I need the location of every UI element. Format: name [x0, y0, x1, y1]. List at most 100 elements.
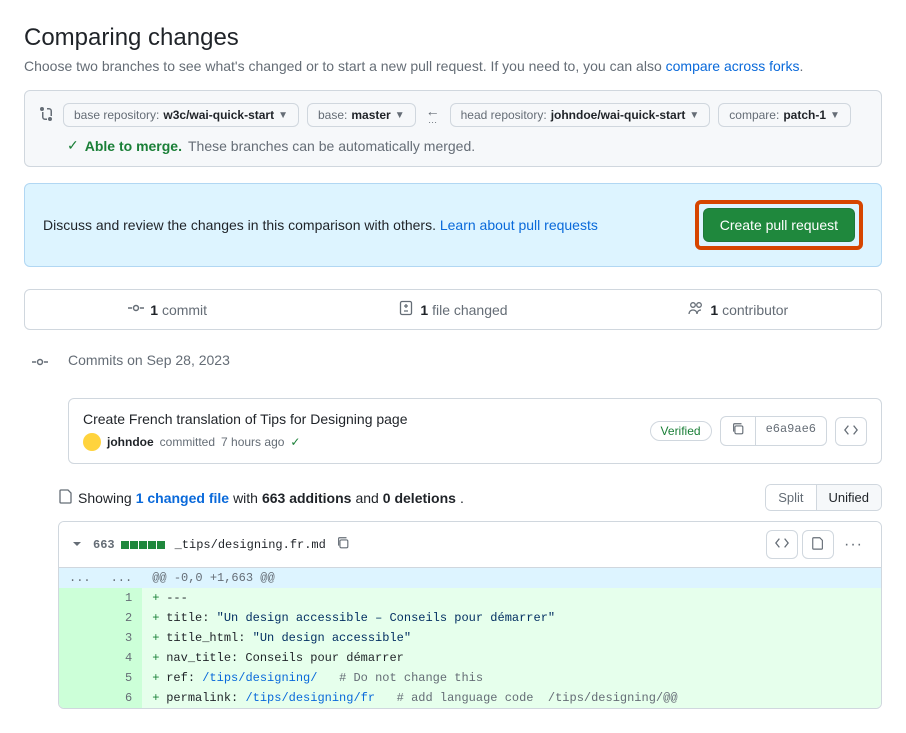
- commit-sha-link[interactable]: e6a9ae6: [755, 417, 826, 445]
- deletions-count: 0 deletions: [383, 490, 456, 506]
- addition-marker: +: [152, 648, 166, 668]
- commit-author-link[interactable]: johndoe: [107, 435, 154, 449]
- subtitle-suffix: .: [799, 58, 803, 74]
- merge-desc-text: These branches can be automatically merg…: [188, 138, 475, 154]
- commits-timeline: Commits on Sep 28, 2023: [24, 352, 882, 380]
- diff-line: 5+ ref: /tips/designing/ # Do not change…: [59, 668, 881, 688]
- addition-marker: +: [152, 688, 166, 708]
- copy-path-button[interactable]: [336, 536, 350, 553]
- code-cell: + ref: /tips/designing/ # Do not change …: [142, 668, 881, 688]
- old-line-number[interactable]: [59, 608, 101, 628]
- diff-table: ... ... @@ -0,0 +1,663 @@ 1+ ---2+ title…: [59, 568, 881, 708]
- new-line-number[interactable]: 5: [101, 668, 143, 688]
- create-pr-highlight: Create pull request: [695, 200, 863, 250]
- view-rendered-button[interactable]: [802, 530, 834, 559]
- commits-tab[interactable]: 1 commit: [25, 290, 310, 329]
- subtitle-text: Choose two branches to see what's change…: [24, 58, 666, 74]
- new-line-number[interactable]: 3: [101, 628, 143, 648]
- files-label: file changed: [432, 302, 508, 318]
- file-diff: 663 _tips/designing.fr.md ··· ... ...: [58, 521, 882, 709]
- head-repo-select[interactable]: head repository: johndoe/wai-quick-start…: [450, 103, 711, 127]
- commit-time: 7 hours ago: [221, 435, 284, 449]
- files-count: 1: [420, 302, 428, 318]
- old-line-number[interactable]: [59, 668, 101, 688]
- commits-date-heading: Commits on Sep 28, 2023: [68, 352, 882, 368]
- base-label: base:: [318, 108, 347, 122]
- old-line-number[interactable]: [59, 588, 101, 608]
- check-icon: ✓: [290, 435, 300, 449]
- files-tab[interactable]: 1 file changed: [310, 290, 595, 329]
- view-source-button[interactable]: [766, 530, 798, 559]
- chevron-down-icon[interactable]: [71, 537, 83, 553]
- addition-marker: +: [152, 608, 166, 628]
- diff-summary-bar: Showing 1 changed file with 663 addition…: [58, 484, 882, 511]
- diff-line: 2+ title: "Un design accessible – Consei…: [59, 608, 881, 628]
- compare-across-forks-link[interactable]: compare across forks: [666, 58, 800, 74]
- people-icon: [688, 300, 704, 319]
- and-text: and: [355, 490, 378, 506]
- code-cell: + ---: [142, 588, 881, 608]
- commit-row: Create French translation of Tips for De…: [68, 398, 882, 464]
- changed-files-link[interactable]: 1 changed file: [136, 490, 229, 506]
- diffstat-count: 663: [93, 538, 115, 552]
- page-title: Comparing changes: [24, 24, 882, 52]
- diffstat-blocks: [121, 541, 165, 549]
- commit-title-link[interactable]: Create French translation of Tips for De…: [83, 411, 408, 427]
- diff-view-toggle: Split Unified: [765, 484, 882, 511]
- sha-group: e6a9ae6: [720, 416, 827, 446]
- compare-branch-select[interactable]: compare: patch-1 ▼: [718, 103, 851, 127]
- file-path[interactable]: _tips/designing.fr.md: [175, 538, 326, 552]
- base-repo-label: base repository:: [74, 108, 159, 122]
- commits-count: 1: [150, 302, 158, 318]
- new-line-number[interactable]: 4: [101, 648, 143, 668]
- create-pull-request-button[interactable]: Create pull request: [703, 208, 855, 242]
- contributors-tab[interactable]: 1 contributor: [596, 290, 881, 329]
- commits-label: commit: [162, 302, 207, 318]
- new-line-number[interactable]: 2: [101, 608, 143, 628]
- diff-line: 6+ permalink: /tips/designing/fr # add l…: [59, 688, 881, 708]
- commit-meta: johndoe committed 7 hours ago ✓: [83, 433, 408, 451]
- range-editor: base repository: w3c/wai-quick-start ▼ ba…: [24, 90, 882, 167]
- chevron-down-icon: ▼: [689, 110, 699, 121]
- new-line-number[interactable]: 1: [101, 588, 143, 608]
- hunk-header: @@ -0,0 +1,663 @@: [142, 568, 881, 588]
- addition-marker: +: [152, 628, 166, 648]
- browse-code-button[interactable]: [835, 417, 867, 446]
- page-subtitle: Choose two branches to see what's change…: [24, 58, 882, 74]
- base-repo-select[interactable]: base repository: w3c/wai-quick-start ▼: [63, 103, 299, 127]
- compare-value: patch-1: [783, 108, 826, 122]
- period: .: [460, 490, 464, 506]
- with-text: with: [233, 490, 258, 506]
- showing-text: Showing: [78, 490, 132, 506]
- contrib-label: contributor: [722, 302, 788, 318]
- head-repo-label: head repository:: [461, 108, 547, 122]
- base-branch-select[interactable]: base: master▼: [307, 103, 416, 127]
- old-line-number[interactable]: [59, 628, 101, 648]
- chevron-down-icon: ▼: [830, 110, 840, 121]
- compare-label: compare:: [729, 108, 779, 122]
- copy-sha-button[interactable]: [721, 417, 755, 445]
- file-header: 663 _tips/designing.fr.md ···: [59, 522, 881, 568]
- diff-line: 4+ nav_title: Conseils pour démarrer: [59, 648, 881, 668]
- merge-ok-text: Able to merge.: [85, 138, 182, 154]
- old-line-number[interactable]: [59, 648, 101, 668]
- verified-badge[interactable]: Verified: [650, 421, 712, 441]
- base-repo-value: w3c/wai-quick-start: [163, 108, 274, 122]
- addition-marker: +: [152, 588, 166, 608]
- unified-view-button[interactable]: Unified: [816, 485, 881, 510]
- chevron-down-icon: ▼: [278, 110, 288, 121]
- file-diff-icon: [398, 300, 414, 319]
- avatar[interactable]: [83, 433, 101, 451]
- additions-count: 663 additions: [262, 490, 351, 506]
- hunk-header-row: ... ... @@ -0,0 +1,663 @@: [59, 568, 881, 588]
- code-cell: + title_html: "Un design accessible": [142, 628, 881, 648]
- old-line-number[interactable]: [59, 688, 101, 708]
- code-cell: + nav_title: Conseils pour démarrer: [142, 648, 881, 668]
- chevron-down-icon: ▼: [395, 110, 405, 121]
- split-view-button[interactable]: Split: [766, 485, 815, 510]
- diff-line: 3+ title_html: "Un design accessible": [59, 628, 881, 648]
- addition-marker: +: [152, 668, 166, 688]
- file-menu-button[interactable]: ···: [838, 536, 869, 554]
- learn-pr-link[interactable]: Learn about pull requests: [440, 217, 598, 233]
- new-line-number[interactable]: 6: [101, 688, 143, 708]
